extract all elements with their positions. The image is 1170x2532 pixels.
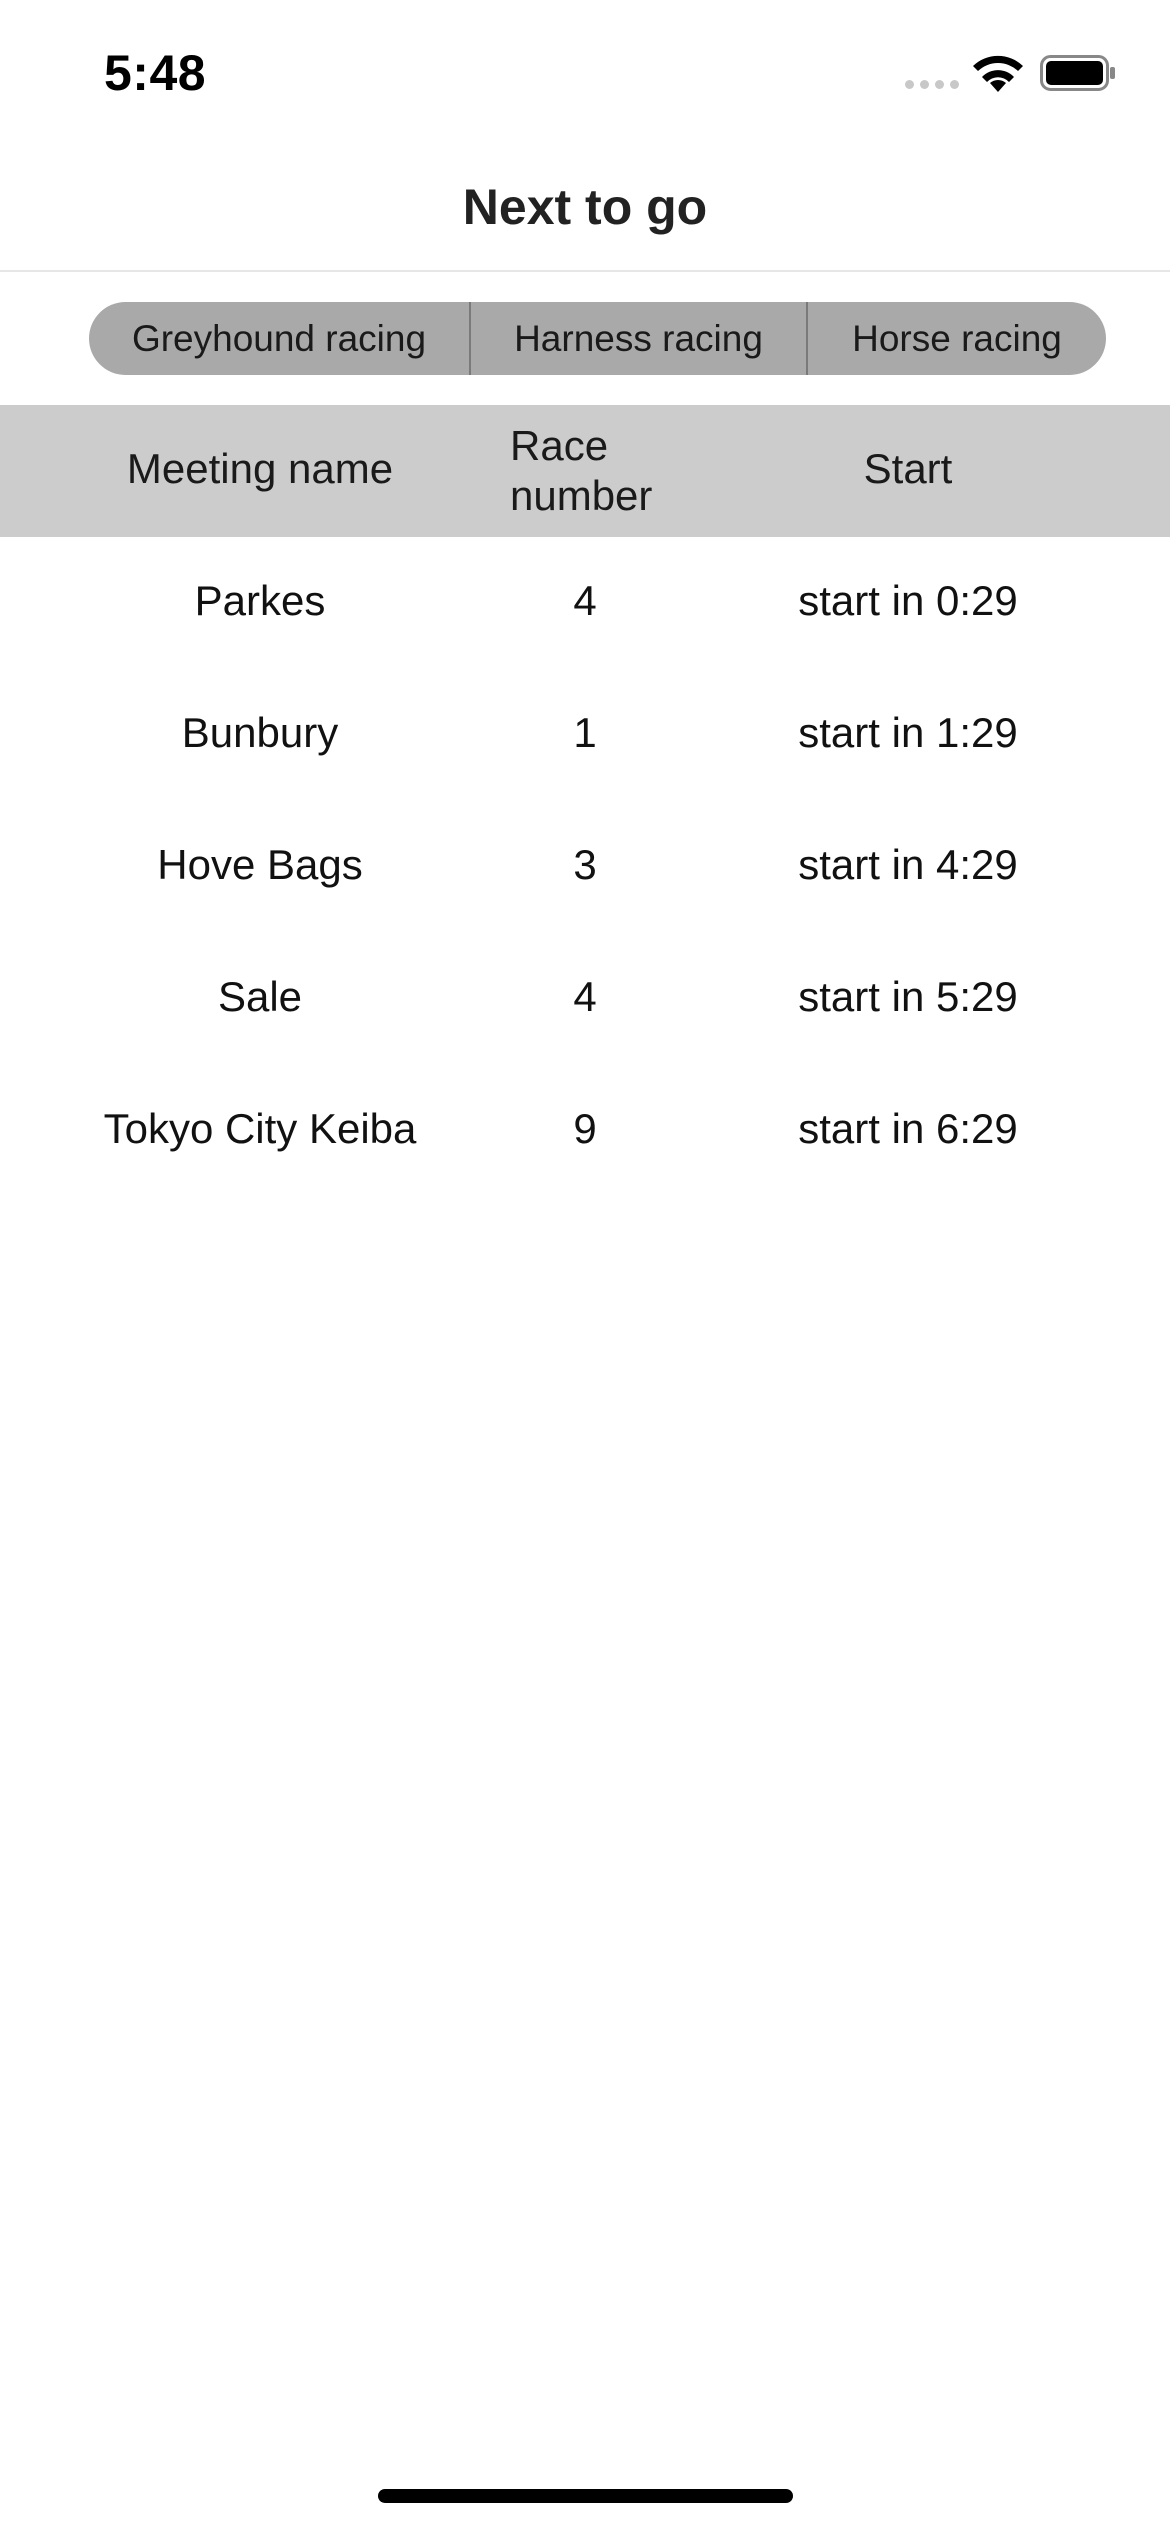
table-row[interactable]: Sale 4 start in 5:29 [0,933,1170,1065]
start-time-cell: start in 6:29 [798,1105,1018,1152]
meeting-name-cell: Sale [217,973,303,1020]
table-row[interactable]: Tokyo City Keiba 9 start in 6:29 [0,1065,1170,1197]
column-header-race-number: Race number [510,421,652,521]
race-type-segmented-control[interactable]: Greyhound racing Harness racing Horse ra… [89,302,1106,375]
race-number-cell: 1 [573,709,597,756]
table-row[interactable]: Parkes 4 start in 0:29 [0,537,1170,669]
start-time-cell: start in 0:29 [798,577,1018,624]
wifi-icon [973,55,1023,92]
race-number-cell: 3 [573,841,597,888]
status-bar: 5:48 [0,0,1170,140]
signal-icon [905,80,959,89]
table-row[interactable]: Hove Bags 3 start in 4:29 [0,801,1170,933]
home-indicator[interactable] [378,2489,793,2503]
table-header: Meeting name Race number Start [0,405,1170,537]
race-number-cell: 4 [573,577,597,624]
meeting-name-cell: Bunbury [181,709,339,756]
column-header-meeting-name: Meeting name [126,445,394,492]
page-title: Next to go [462,179,708,235]
race-number-cell: 9 [573,1105,597,1152]
race-list: Parkes 4 start in 0:29 Bunbury 1 start i… [0,537,1170,1197]
meeting-name-cell: Hove Bags [157,841,363,888]
start-time-cell: start in 4:29 [798,841,1018,888]
segment-horse-racing[interactable]: Horse racing [808,302,1106,375]
race-number-cell: 4 [573,973,597,1020]
table-row[interactable]: Bunbury 1 start in 1:29 [0,669,1170,801]
start-time-cell: start in 5:29 [798,973,1018,1020]
start-time-cell: start in 1:29 [798,709,1018,756]
column-header-race-line1: Race [510,422,609,469]
column-header-start: Start [863,445,953,492]
battery-icon [1040,55,1115,91]
meeting-name-cell: Tokyo City Keiba [103,1105,417,1152]
meeting-name-cell: Parkes [194,577,326,624]
status-time: 5:48 [104,45,207,101]
segment-greyhound-racing[interactable]: Greyhound racing [89,302,471,375]
segment-harness-racing[interactable]: Harness racing [471,302,808,375]
navigation-bar: Next to go [0,140,1170,272]
column-header-race-line2: number [510,472,653,519]
